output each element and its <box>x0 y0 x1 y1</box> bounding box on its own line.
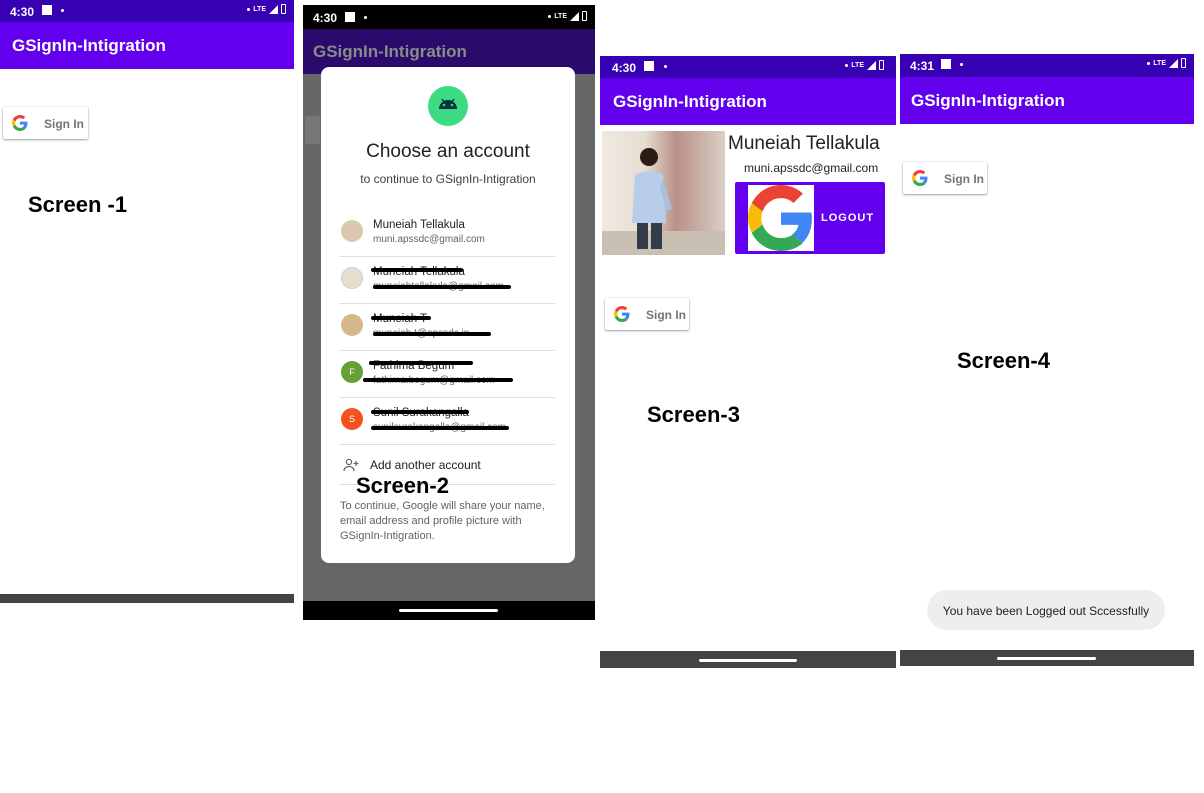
dot-icon <box>960 63 963 66</box>
status-icons: LTE <box>247 4 286 14</box>
account-row[interactable]: Muneiah Tellakula muneiahtellakula@gmail… <box>339 256 555 304</box>
navigation-bar <box>600 651 896 668</box>
screen-label: Screen-3 <box>647 402 740 427</box>
dot-icon <box>247 7 251 11</box>
redaction-mark <box>373 285 511 289</box>
google-g-icon <box>912 170 928 186</box>
redaction-mark <box>371 316 431 320</box>
redaction-mark <box>369 361 473 365</box>
screen-label: Screen-4 <box>957 348 1050 373</box>
profile-email: muni.apssdc@gmail.com <box>744 161 879 175</box>
account-row[interactable]: Muneiah T muneiah.t@apssdc.in <box>339 303 555 351</box>
toast-message: You have been Logged out Sccessfully <box>927 590 1165 630</box>
dot-icon <box>1147 61 1151 65</box>
redaction-mark <box>371 268 463 272</box>
account-email: muni.apssdc@gmail.com <box>373 234 485 245</box>
signal-icon <box>269 4 278 14</box>
signal-icon <box>570 11 579 21</box>
status-bar: 4:30 LTE <box>0 0 294 22</box>
status-icons: LTE <box>548 11 587 21</box>
app-bar: GSignIn-Intigration <box>900 77 1194 124</box>
network-type: LTE <box>1153 59 1166 67</box>
sign-in-label: Sign In <box>944 172 984 186</box>
redaction-mark <box>371 426 509 430</box>
redaction-mark <box>371 410 469 414</box>
dot-icon <box>845 63 849 67</box>
google-sign-in-button[interactable]: Sign In <box>903 162 987 194</box>
app-title: GSignIn-Intigration <box>313 41 467 61</box>
dialog-title: Choose an account <box>366 141 530 162</box>
app-title: GSignIn-Intigration <box>12 35 166 55</box>
status-time: 4:30 <box>10 5 35 19</box>
dot-icon <box>664 65 667 68</box>
dot-icon <box>548 14 552 18</box>
notification-icon <box>941 59 951 69</box>
status-bar: 4:30 LTE <box>600 56 896 78</box>
redaction-mark <box>373 332 491 336</box>
navigation-bar <box>0 594 294 603</box>
avatar: S <box>341 408 363 430</box>
app-title: GSignIn-Intigration <box>911 90 1065 110</box>
avatar: F <box>341 361 363 383</box>
network-type: LTE <box>253 5 266 13</box>
dimmed-sign-in-button <box>305 116 320 144</box>
notification-icon <box>42 5 52 15</box>
account-name: Muneiah Tellakula <box>373 219 465 231</box>
battery-icon <box>1181 58 1186 68</box>
redaction-mark <box>363 378 513 382</box>
status-time: 4:30 <box>313 11 338 25</box>
dot-icon <box>364 16 367 19</box>
dot-icon <box>61 9 64 12</box>
dialog-subtitle: to continue to GSignIn-Intigration <box>360 172 536 186</box>
app-title: GSignIn-Intigration <box>613 91 767 111</box>
status-icons: LTE <box>1147 58 1186 68</box>
avatar <box>341 314 363 336</box>
add-account-label: Add another account <box>370 458 481 472</box>
android-logo-icon <box>428 86 468 126</box>
network-type: LTE <box>554 12 567 20</box>
status-icons: LTE <box>845 60 884 70</box>
screen-label: Screen -1 <box>28 192 128 217</box>
home-indicator[interactable] <box>997 657 1096 660</box>
avatar <box>341 267 363 289</box>
google-sign-in-button[interactable]: Sign In <box>3 107 88 139</box>
toast-text: You have been Logged out Sccessfully <box>942 604 1150 618</box>
logout-label: LOGOUT <box>821 212 875 224</box>
google-sign-in-button[interactable]: Sign In <box>605 298 689 330</box>
app-bar: GSignIn-Intigration <box>600 78 896 125</box>
app-bar: GSignIn-Intigration <box>0 22 294 69</box>
network-type: LTE <box>851 61 864 69</box>
home-indicator[interactable] <box>399 609 498 612</box>
battery-icon <box>879 60 884 70</box>
add-person-icon <box>343 458 359 472</box>
sign-in-label: Sign In <box>646 308 686 322</box>
google-g-icon <box>614 306 630 322</box>
home-indicator[interactable] <box>699 659 797 662</box>
google-logo-icon <box>748 185 814 251</box>
profile-photo <box>602 131 725 255</box>
avatar <box>341 220 363 242</box>
dialog-footer: To continue, Google will share your name… <box>340 500 545 542</box>
navigation-bar <box>900 650 1194 666</box>
screen-label: Screen-2 <box>356 473 449 498</box>
navigation-bar <box>303 601 595 620</box>
battery-icon <box>281 4 286 14</box>
logout-button[interactable]: LOGOUT <box>735 182 885 254</box>
account-row[interactable]: F Fathima Begum fathima.begum@gmail.com <box>339 350 555 398</box>
profile-name: Muneiah Tellakula <box>728 133 880 154</box>
notification-icon <box>345 12 355 22</box>
battery-icon <box>582 11 587 21</box>
status-time: 4:31 <box>910 59 935 73</box>
account-row[interactable]: Muneiah Tellakula muni.apssdc@gmail.com <box>339 209 555 257</box>
status-bar: 4:30 LTE <box>303 5 595 29</box>
signal-icon <box>1169 58 1178 68</box>
sign-in-label: Sign In <box>44 117 84 131</box>
notification-icon <box>644 61 654 71</box>
status-bar: 4:31 LTE <box>900 54 1194 77</box>
account-row[interactable]: S Sunil Surakangalla sunilsurakangalla@g… <box>339 397 555 445</box>
signal-icon <box>867 60 876 70</box>
google-g-icon <box>12 115 28 131</box>
status-time: 4:30 <box>612 61 637 75</box>
